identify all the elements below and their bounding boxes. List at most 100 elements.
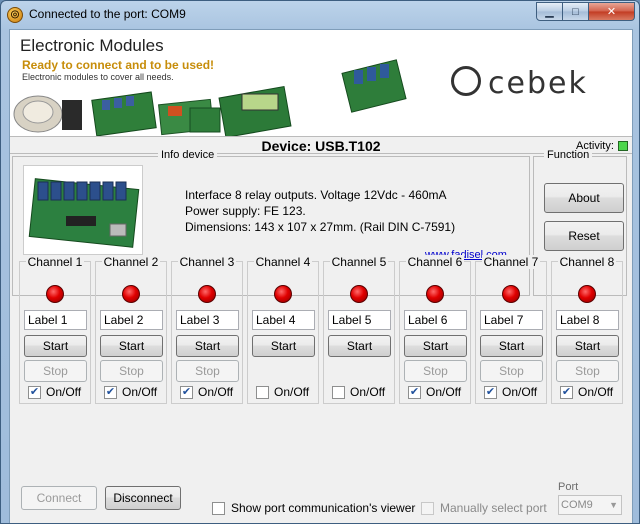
banner-subtitle: Ready to connect and to be used! xyxy=(22,58,215,72)
title-bar[interactable]: ◎ Connected to the port: COM9 ▁ □ ✕ xyxy=(1,1,639,29)
manual-port-checkbox[interactable] xyxy=(421,501,434,515)
start-button[interactable]: Start xyxy=(24,335,87,357)
onoff-label: On/Off xyxy=(122,385,158,399)
stop-button[interactable]: Stop xyxy=(404,360,467,382)
close-icon: ✕ xyxy=(606,6,617,18)
channel-label-input[interactable]: Label 5 xyxy=(328,310,391,330)
info-line: Interface 8 relay outputs. Voltage 12Vdc… xyxy=(185,188,447,202)
onoff-checkbox[interactable]: ✔ xyxy=(180,385,193,399)
info-text: Interface 8 relay outputs. Voltage 12Vdc… xyxy=(185,187,455,235)
banner-title: Electronic Modules xyxy=(20,36,164,55)
channel-1-group: Channel 1 Label 1 Start Stop ✔ On/Off xyxy=(19,255,91,404)
maximize-button[interactable]: □ xyxy=(563,2,589,21)
onoff-checkbox[interactable]: ✔ xyxy=(104,385,117,399)
port-value: COM9 xyxy=(561,499,593,511)
close-button[interactable]: ✕ xyxy=(589,2,635,21)
connect-button[interactable]: Connect xyxy=(21,486,97,510)
onoff-label: On/Off xyxy=(274,385,310,399)
channel-title: Channel 3 xyxy=(177,255,237,269)
device-label: Device: USB.T102 xyxy=(261,138,381,154)
channel-led-indicator xyxy=(578,285,596,303)
function-title: Function xyxy=(544,149,593,161)
channel-2-group: Channel 2 Label 2 Start Stop ✔ On/Off xyxy=(95,255,167,404)
client-area: Electronic Modules Ready to connect and … xyxy=(9,29,633,523)
onoff-checkbox-row[interactable]: ✔ On/Off xyxy=(180,385,233,399)
banner-tagline: Electronic modules to cover all needs. xyxy=(22,72,174,82)
channel-5-group: Channel 5 Label 5 Start On/Off xyxy=(323,255,395,404)
device-bar: Device: USB.T102 Activity: xyxy=(10,136,632,154)
onoff-label: On/Off xyxy=(350,385,386,399)
onoff-checkbox[interactable]: ✔ xyxy=(560,385,573,399)
onoff-checkbox-row[interactable]: ✔ On/Off xyxy=(484,385,537,399)
onoff-checkbox-row[interactable]: On/Off xyxy=(256,385,309,399)
channel-title: Channel 8 xyxy=(557,255,617,269)
stop-button[interactable]: Stop xyxy=(176,360,239,382)
channel-led-indicator xyxy=(426,285,444,303)
disconnect-button[interactable]: Disconnect xyxy=(105,486,181,510)
onoff-checkbox[interactable]: ✔ xyxy=(408,385,421,399)
onoff-checkbox-row[interactable]: ✔ On/Off xyxy=(104,385,157,399)
about-button[interactable]: About xyxy=(544,183,624,213)
stop-button[interactable]: Stop xyxy=(480,360,543,382)
channel-title: Channel 2 xyxy=(101,255,161,269)
channel-label-input[interactable]: Label 8 xyxy=(556,310,619,330)
window-title: Connected to the port: COM9 xyxy=(29,7,186,21)
activity-indicator xyxy=(618,141,628,151)
onoff-checkbox[interactable]: ✔ xyxy=(28,385,41,399)
channel-4-group: Channel 4 Label 4 Start On/Off xyxy=(247,255,319,404)
onoff-checkbox[interactable] xyxy=(256,385,269,399)
onoff-checkbox-row[interactable]: ✔ On/Off xyxy=(28,385,81,399)
onoff-checkbox[interactable]: ✔ xyxy=(484,385,497,399)
channel-label-input[interactable]: Label 4 xyxy=(252,310,315,330)
start-button[interactable]: Start xyxy=(252,335,315,357)
minimize-icon: ▁ xyxy=(545,6,554,18)
show-viewer-checkbox-row[interactable]: Show port communication's viewer xyxy=(212,501,415,515)
start-button[interactable]: Start xyxy=(176,335,239,357)
app-icon: ◎ xyxy=(7,7,23,23)
channel-title: Channel 6 xyxy=(405,255,465,269)
onoff-checkbox-row[interactable]: ✔ On/Off xyxy=(408,385,461,399)
show-viewer-label: Show port communication's viewer xyxy=(231,501,416,515)
reset-button[interactable]: Reset xyxy=(544,221,624,251)
channel-led-indicator xyxy=(198,285,216,303)
minimize-button[interactable]: ▁ xyxy=(536,2,563,21)
channel-label-input[interactable]: Label 3 xyxy=(176,310,239,330)
channel-7-group: Channel 7 Label 7 Start Stop ✔ On/Off xyxy=(475,255,547,404)
onoff-checkbox-row[interactable]: On/Off xyxy=(332,385,385,399)
channel-led-indicator xyxy=(350,285,368,303)
channel-led-indicator xyxy=(274,285,292,303)
start-button[interactable]: Start xyxy=(404,335,467,357)
start-button[interactable]: Start xyxy=(480,335,543,357)
port-select[interactable]: COM9 ▼ xyxy=(558,495,622,515)
channel-led-indicator xyxy=(502,285,520,303)
manual-port-label: Manually select port xyxy=(440,501,547,515)
stop-button[interactable]: Stop xyxy=(100,360,163,382)
show-viewer-checkbox[interactable] xyxy=(212,501,225,515)
banner: Electronic Modules Ready to connect and … xyxy=(10,30,632,136)
onoff-label: On/Off xyxy=(198,385,234,399)
logo-mark-icon xyxy=(451,66,481,96)
maximize-icon: □ xyxy=(572,5,579,18)
channel-led-indicator xyxy=(46,285,64,303)
info-line: Dimensions: 143 x 107 x 27mm. (Rail DIN … xyxy=(185,220,456,234)
onoff-label: On/Off xyxy=(502,385,538,399)
start-button[interactable]: Start xyxy=(556,335,619,357)
channel-label-input[interactable]: Label 7 xyxy=(480,310,543,330)
cebek-logo: cebek xyxy=(488,66,588,101)
channel-title: Channel 1 xyxy=(25,255,85,269)
stop-button[interactable]: Stop xyxy=(24,360,87,382)
onoff-label: On/Off xyxy=(578,385,614,399)
channel-label-input[interactable]: Label 6 xyxy=(404,310,467,330)
channel-label-input[interactable]: Label 1 xyxy=(24,310,87,330)
start-button[interactable]: Start xyxy=(100,335,163,357)
stop-button[interactable]: Stop xyxy=(556,360,619,382)
relay-board-image xyxy=(341,59,407,113)
start-button[interactable]: Start xyxy=(328,335,391,357)
channel-label-input[interactable]: Label 2 xyxy=(100,310,163,330)
onoff-checkbox[interactable] xyxy=(332,385,345,399)
onoff-checkbox-row[interactable]: ✔ On/Off xyxy=(560,385,613,399)
onoff-label: On/Off xyxy=(426,385,462,399)
channel-6-group: Channel 6 Label 6 Start Stop ✔ On/Off xyxy=(399,255,471,404)
info-line: Power supply: FE 123. xyxy=(185,204,306,218)
manual-port-checkbox-row[interactable]: Manually select port xyxy=(421,501,547,515)
